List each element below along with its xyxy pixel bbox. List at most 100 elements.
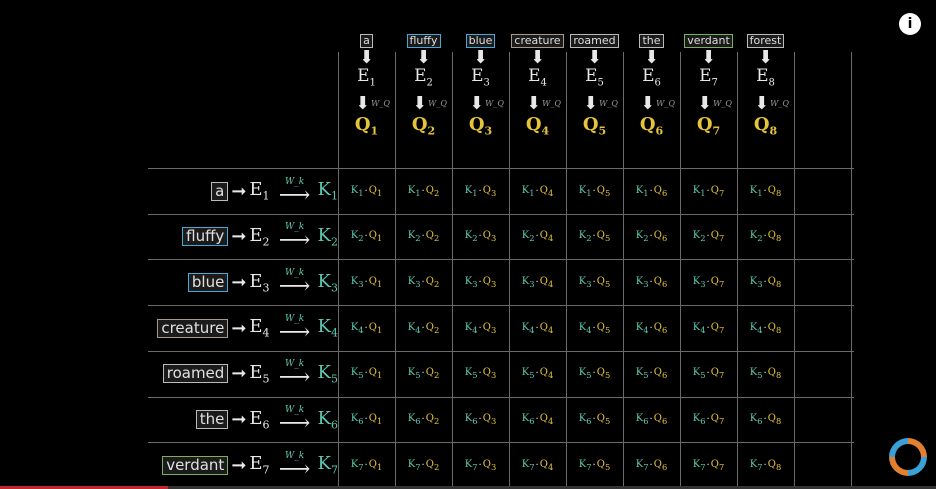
cell-key-subscript: 4	[757, 324, 763, 335]
dot-operator: ·	[763, 459, 767, 471]
right-arrow-icon: ⟶	[278, 182, 311, 208]
cell-query-subscript: 8	[775, 324, 782, 335]
cell-query-letter: Q	[368, 367, 377, 379]
dot-operator: ·	[421, 185, 425, 197]
cell-key-subscript: 7	[529, 461, 535, 472]
cell-key-term: K6	[408, 413, 421, 426]
grid-vertical-line	[851, 52, 852, 489]
down-arrow-icon: ⬇	[526, 92, 542, 114]
cell-key-subscript: 3	[529, 278, 535, 289]
embedding-letter: E	[528, 66, 541, 86]
cell-query-subscript: 6	[661, 187, 668, 198]
cell-query-term: Q8	[768, 185, 782, 198]
embedding-subscript: 2	[262, 235, 270, 249]
cell-query-term: Q6	[654, 185, 668, 198]
cell-key-term: K3	[636, 276, 649, 289]
info-icon[interactable]: i	[899, 13, 921, 35]
dot-operator: ·	[478, 185, 482, 197]
cell-key-term: K6	[522, 413, 535, 426]
cell-query-letter: Q	[539, 184, 548, 196]
cell-query-subscript: 5	[604, 187, 611, 198]
dot-product-cell: K4 · Q2	[395, 306, 452, 350]
column-word-token: roamed	[570, 34, 619, 48]
embedding-letter: E	[249, 407, 263, 429]
dot-product-cell: K2 · Q1	[338, 215, 395, 259]
key-vector-label: K6	[318, 408, 338, 432]
dot-operator: ·	[763, 414, 767, 425]
cell-query-letter: Q	[710, 413, 719, 424]
cell-query-letter: Q	[596, 275, 605, 287]
cell-key-subscript: 1	[529, 187, 535, 198]
cell-query-term: Q5	[597, 459, 611, 472]
dot-operator: ·	[364, 185, 368, 197]
cell-query-subscript: 1	[376, 416, 383, 426]
dot-operator: ·	[763, 231, 767, 243]
right-arrow-icon: ➞	[231, 271, 247, 293]
embedding-vector-label: E3	[249, 271, 269, 295]
row-word-token: fluffy	[182, 227, 229, 247]
cell-key-subscript: 2	[529, 233, 535, 244]
cell-key-term: K4	[465, 322, 478, 335]
embedding-subscript: 1	[369, 77, 376, 89]
right-arrow-icon: ➞	[231, 180, 247, 202]
cell-key-term: K4	[408, 322, 421, 335]
key-letter: K	[317, 316, 331, 338]
cell-query-subscript: 2	[433, 278, 440, 289]
down-arrow-icon: ⬇	[472, 47, 489, 68]
query-vector-label: Q2	[412, 114, 435, 143]
dot-operator: ·	[478, 231, 482, 243]
dot-product-cell: K1 · Q8	[737, 169, 794, 213]
dot-product-cell: K1 · Q3	[452, 169, 509, 213]
down-arrow-icon: ⬇	[469, 92, 485, 114]
embedding-letter: E	[249, 270, 263, 292]
cell-key-term: K1	[693, 185, 706, 198]
cell-key-term: K3	[750, 276, 763, 289]
cell-key-subscript: 2	[415, 233, 421, 244]
dot-operator: ·	[421, 368, 425, 380]
cell-query-letter: Q	[482, 458, 491, 470]
dot-product-cell: K5 · Q2	[395, 352, 452, 396]
cell-query-term: Q6	[654, 230, 668, 243]
dot-operator: ·	[478, 276, 482, 288]
cell-query-subscript: 4	[547, 187, 554, 198]
query-matrix-arrow: ⬇ W_Q	[640, 92, 675, 114]
cell-key-term: K1	[465, 185, 478, 198]
dot-product-cell: K2 · Q3	[452, 215, 509, 259]
embedding-subscript: 1	[262, 189, 270, 203]
dot-product-cell: K2 · Q7	[680, 215, 737, 259]
cell-key-subscript: 3	[643, 278, 649, 289]
cell-key-subscript: 1	[358, 187, 364, 198]
cell-key-term: K5	[408, 367, 421, 380]
cell-query-term: Q8	[768, 413, 782, 426]
cell-key-term: K6	[579, 413, 592, 426]
cell-query-letter: Q	[767, 367, 776, 379]
embedding-subscript: 6	[654, 77, 661, 89]
cell-query-subscript: 2	[433, 370, 440, 381]
query-matrix-arrow: ⬇ W_Q	[469, 92, 504, 114]
cell-query-letter: Q	[368, 413, 377, 424]
cell-query-term: Q5	[597, 322, 611, 335]
cell-key-subscript: 1	[472, 187, 478, 198]
query-letter: Q	[753, 114, 770, 136]
cell-query-term: Q3	[483, 276, 497, 289]
dot-product-cell: K3 · Q7	[680, 260, 737, 304]
cell-query-term: Q4	[540, 322, 554, 335]
embedding-subscript: 4	[262, 326, 270, 340]
cell-key-subscript: 2	[757, 233, 763, 244]
dot-product-cell: K7 · Q6	[623, 443, 680, 487]
embedding-subscript: 5	[597, 77, 604, 89]
row-header: the ➞ E6 W_k ⟶ K6	[195, 398, 338, 442]
cell-query-letter: Q	[425, 275, 434, 287]
key-letter: K	[317, 362, 331, 383]
right-arrow-icon: ⟶	[278, 319, 311, 345]
key-matrix-arrow: W_k ⟶	[277, 223, 313, 252]
cell-query-letter: Q	[767, 413, 776, 424]
cell-key-term: K2	[351, 230, 364, 243]
dot-product-cell: K3 · Q1	[338, 260, 395, 304]
embedding-letter: E	[357, 66, 370, 86]
key-matrix-arrow: W_k ⟶	[277, 451, 313, 480]
cell-query-letter: Q	[539, 321, 548, 333]
dot-operator: ·	[535, 231, 539, 243]
cell-key-term: K2	[522, 230, 535, 243]
dot-product-cell: K5 · Q5	[566, 352, 623, 396]
